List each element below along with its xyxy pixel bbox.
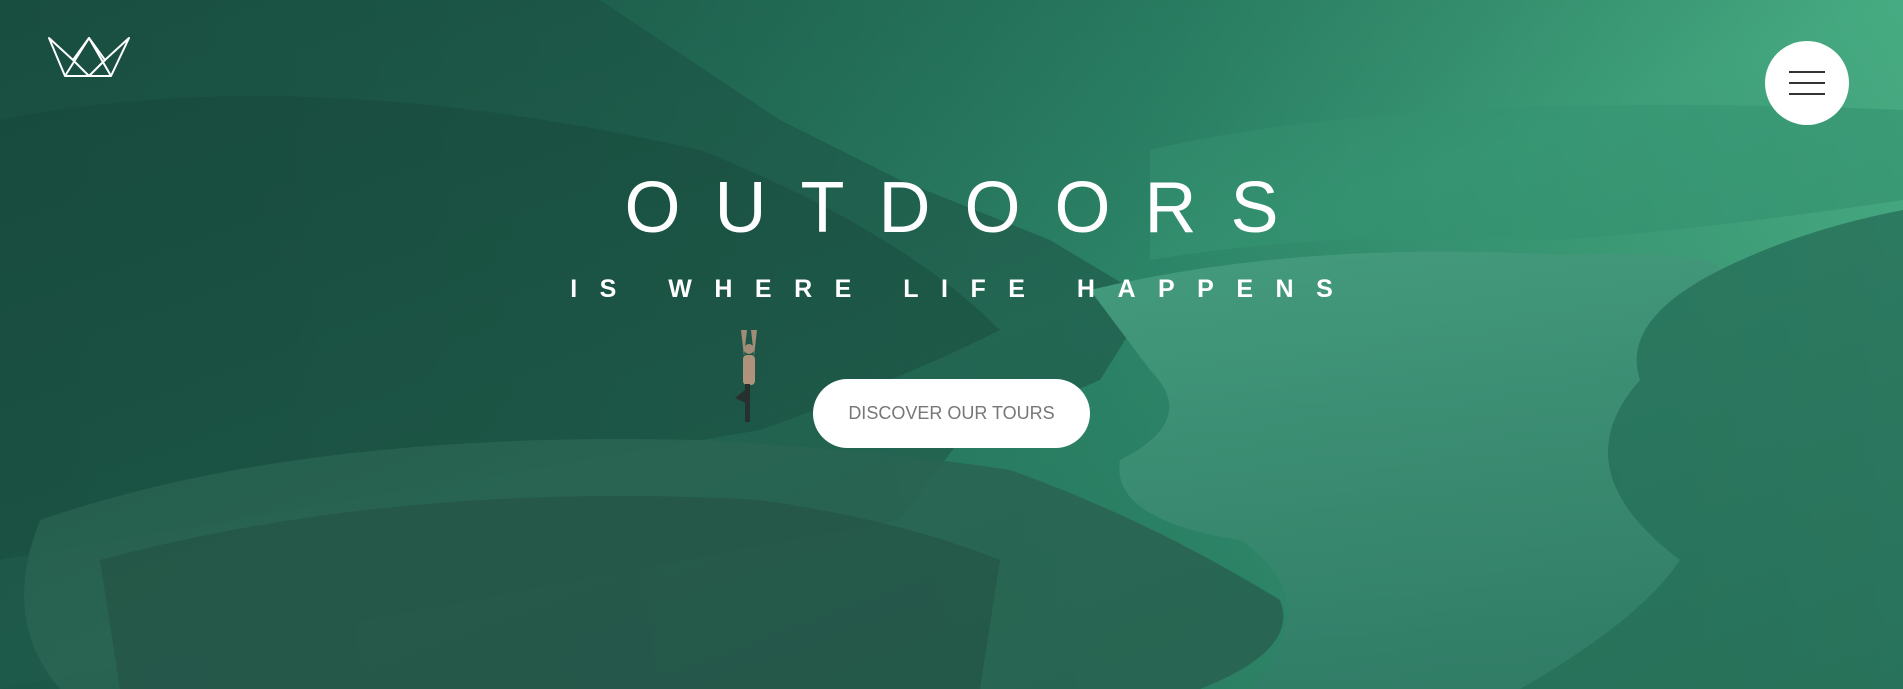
hero-heading: OUTDOORS IS WHERE LIFE HAPPENS bbox=[0, 168, 1903, 304]
hero-subtitle: IS WHERE LIFE HAPPENS bbox=[570, 275, 1356, 303]
hero-section: OUTDOORS IS WHERE LIFE HAPPENS DISCOVER … bbox=[0, 0, 1903, 689]
crown-logo-icon[interactable] bbox=[47, 34, 131, 80]
hamburger-menu-icon bbox=[1789, 71, 1825, 95]
menu-button[interactable] bbox=[1765, 41, 1849, 125]
discover-tours-button[interactable]: DISCOVER OUR TOURS bbox=[813, 379, 1090, 448]
hero-title: OUTDOORS bbox=[624, 168, 1313, 248]
hero-background-image bbox=[0, 0, 1903, 689]
